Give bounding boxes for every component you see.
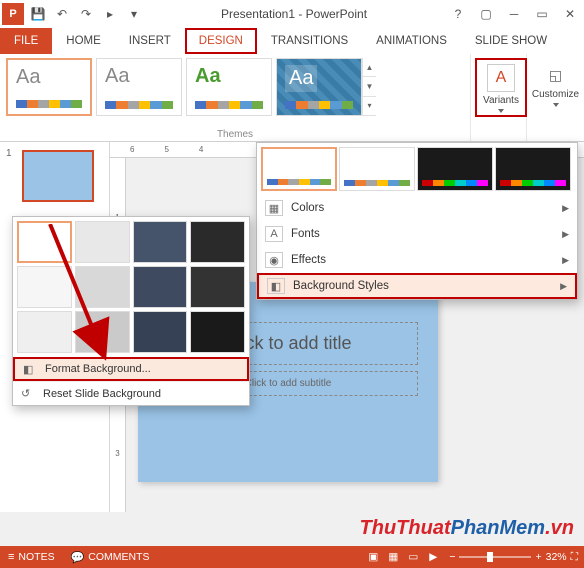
reset-icon: ↺ <box>21 387 37 400</box>
variant-thumb-4[interactable] <box>495 147 571 191</box>
view-slideshow-button[interactable]: ▶ <box>424 549 442 565</box>
view-normal-button[interactable]: ▣ <box>364 549 382 565</box>
watermark: ThuThuatPhanMem.vn <box>360 517 574 540</box>
gallery-down-icon[interactable]: ▼ <box>363 77 376 96</box>
bg-style-7[interactable] <box>133 266 188 308</box>
gallery-up-icon[interactable]: ▲ <box>363 58 376 77</box>
chevron-right-icon: ▶ <box>560 281 567 292</box>
view-reading-button[interactable]: ▭ <box>404 549 422 565</box>
customize-label: Customize <box>531 89 580 107</box>
menu-colors[interactable]: ▦ Colors ▶ <box>257 195 577 221</box>
notes-icon: ≡ <box>8 551 14 563</box>
theme-thumb-2[interactable]: Aa <box>96 58 182 116</box>
theme-thumb-4[interactable]: Aa <box>276 58 362 116</box>
bg-style-11[interactable] <box>133 311 188 353</box>
format-background-icon: ◧ <box>23 363 39 376</box>
tab-animations[interactable]: ANIMATIONS <box>362 28 461 54</box>
background-styles-submenu: ◧ Format Background... ↺ Reset Slide Bac… <box>12 216 250 406</box>
customize-group: ◱ Customize <box>526 54 584 141</box>
variants-icon: A <box>487 64 515 92</box>
zoom-slider[interactable] <box>459 556 531 558</box>
bg-style-6[interactable] <box>75 266 130 308</box>
gallery-more-icon[interactable]: ▾ <box>363 97 376 116</box>
fonts-icon: A <box>265 226 283 242</box>
variants-button[interactable]: Variants <box>479 95 523 113</box>
themes-gallery-spinner[interactable]: ▲ ▼ ▾ <box>362 58 376 116</box>
tab-design[interactable]: DESIGN <box>185 28 257 54</box>
chevron-right-icon: ▶ <box>562 255 569 266</box>
bg-style-2[interactable] <box>75 221 130 263</box>
menu-reset-background[interactable]: ↺ Reset Slide Background <box>13 381 249 405</box>
tab-transitions[interactable]: TRANSITIONS <box>257 28 362 54</box>
qat-start-button[interactable]: ▸ <box>100 4 120 24</box>
close-button[interactable]: ✕ <box>556 3 584 25</box>
background-icon: ◧ <box>267 278 285 294</box>
bg-style-1[interactable] <box>17 221 72 263</box>
tab-file[interactable]: FILE <box>0 28 52 54</box>
view-sorter-button[interactable]: ▦ <box>384 549 402 565</box>
variant-thumb-3[interactable] <box>417 147 493 191</box>
ribbon-options-button[interactable]: ▢ <box>472 3 500 25</box>
powerpoint-icon: P <box>2 3 24 25</box>
bg-style-12[interactable] <box>190 311 245 353</box>
bg-style-9[interactable] <box>17 311 72 353</box>
variants-group: A Variants <box>470 54 526 141</box>
bg-style-5[interactable] <box>17 266 72 308</box>
notes-button[interactable]: ≡ NOTES <box>0 551 63 563</box>
qat-save-button[interactable]: 💾 <box>28 4 48 24</box>
variants-dropdown: ▦ Colors ▶ A Fonts ▶ ◉ Effects ▶ ◧ Backg… <box>256 142 578 300</box>
help-button[interactable]: ? <box>444 3 472 25</box>
qat-undo-button[interactable]: ↶ <box>52 4 72 24</box>
comments-button[interactable]: 💬 COMMENTS <box>63 551 158 564</box>
qat-redo-button[interactable]: ↷ <box>76 4 96 24</box>
window-title: Presentation1 - PowerPoint <box>144 7 444 21</box>
tab-insert[interactable]: INSERT <box>115 28 185 54</box>
minimize-button[interactable]: ─ <box>500 3 528 25</box>
colors-icon: ▦ <box>265 200 283 216</box>
themes-group: Aa Aa Aa Aa ▲ ▼ ▾ <box>0 54 470 141</box>
variant-thumb-2[interactable] <box>339 147 415 191</box>
slide-thumbnail-1[interactable] <box>22 150 94 202</box>
zoom-in-button[interactable]: + <box>535 551 541 563</box>
themes-group-label: Themes <box>0 129 470 140</box>
status-bar: ≡ NOTES 💬 COMMENTS ▣ ▦ ▭ ▶ − + 32% ⛶ <box>0 546 584 568</box>
qat-customize-button[interactable]: ▾ <box>124 4 144 24</box>
menu-background-styles[interactable]: ◧ Background Styles ▶ <box>257 273 577 299</box>
bg-style-3[interactable] <box>133 221 188 263</box>
zoom-out-button[interactable]: − <box>449 551 455 563</box>
tab-slideshow[interactable]: SLIDE SHOW <box>461 28 561 54</box>
maximize-button[interactable]: ▭ <box>528 3 556 25</box>
slide-number: 1 <box>6 148 12 159</box>
menu-fonts[interactable]: A Fonts ▶ <box>257 221 577 247</box>
bg-style-10[interactable] <box>75 311 130 353</box>
effects-icon: ◉ <box>265 252 283 268</box>
title-bar: P 💾 ↶ ↷ ▸ ▾ Presentation1 - PowerPoint ?… <box>0 0 584 28</box>
ribbon: Aa Aa Aa Aa ▲ ▼ ▾ <box>0 54 584 142</box>
variant-thumb-1[interactable] <box>261 147 337 191</box>
bg-style-8[interactable] <box>190 266 245 308</box>
chevron-right-icon: ▶ <box>562 229 569 240</box>
ribbon-tabs: FILE HOME INSERT DESIGN TRANSITIONS ANIM… <box>0 28 584 54</box>
zoom-level[interactable]: 32% <box>546 551 567 563</box>
theme-thumb-3[interactable]: Aa <box>186 58 272 116</box>
tab-home[interactable]: HOME <box>52 28 115 54</box>
menu-effects[interactable]: ◉ Effects ▶ <box>257 247 577 273</box>
slide-size-icon[interactable]: ◱ <box>545 64 567 86</box>
comments-icon: 💬 <box>71 551 85 564</box>
menu-format-background[interactable]: ◧ Format Background... <box>13 357 249 381</box>
theme-thumb-1[interactable]: Aa <box>6 58 92 116</box>
fit-to-window-button[interactable]: ⛶ <box>571 551 578 564</box>
bg-style-4[interactable] <box>190 221 245 263</box>
chevron-right-icon: ▶ <box>562 203 569 214</box>
